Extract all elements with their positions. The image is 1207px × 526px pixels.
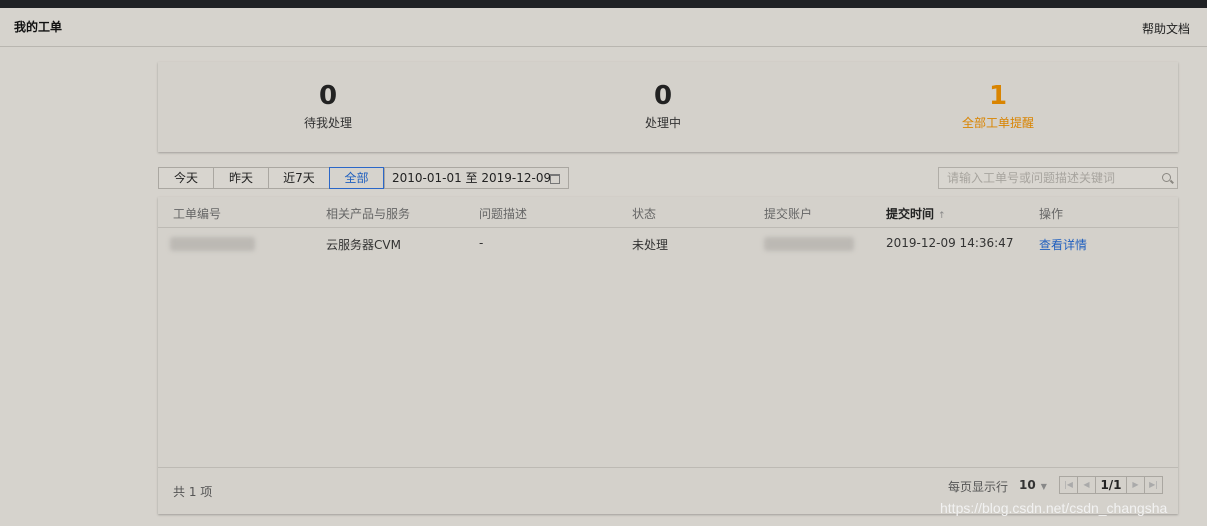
cell-status: 未处理 (632, 238, 669, 252)
stat-pending-me[interactable]: 0 待我处理 (158, 80, 498, 131)
column-header-status: 状态 (632, 207, 657, 221)
pagination: |◀ ◀ 1/1 ▶ ▶| (1059, 476, 1163, 494)
column-header-product: 相关产品与服务 (326, 207, 411, 221)
filter-all-button[interactable]: 全部 (329, 167, 384, 189)
page-title: 我的工单 (14, 20, 63, 34)
filter-yesterday-button[interactable]: 昨天 (213, 167, 269, 189)
per-page-select[interactable]: 10 ▼ (1019, 478, 1047, 492)
search-icon[interactable] (1162, 173, 1171, 182)
column-header-submitted[interactable]: 提交时间 ↑ (886, 205, 946, 222)
view-details-link[interactable]: 查看详情 (1039, 236, 1087, 253)
column-header-description: 问题描述 (479, 207, 528, 221)
stat-label: 待我处理 (303, 116, 352, 130)
per-page-value: 10 (1019, 478, 1036, 492)
stat-value: 0 (318, 81, 338, 111)
stat-all-reminders[interactable]: 1 全部工单提醒 (828, 80, 1168, 131)
search-input[interactable] (939, 168, 1157, 188)
stats-panel: 0 待我处理 0 处理中 1 全部工单提醒 (158, 62, 1178, 152)
date-range-text: 2010-01-01 至 2019-12-09 (392, 171, 552, 185)
help-docs-link[interactable]: 帮助文档 (1142, 20, 1190, 37)
column-header-id: 工单编号 (173, 207, 222, 221)
sort-ascending-icon: ↑ (938, 211, 946, 221)
page-header: 我的工单 帮助文档 (0, 8, 1207, 47)
stat-value: 0 (653, 81, 673, 111)
redacted-account (764, 237, 854, 251)
date-range-picker[interactable]: 2010-01-01 至 2019-12-09 (384, 167, 569, 189)
column-header-submitted-label: 提交时间 (886, 207, 935, 221)
stat-label: 全部工单提醒 (961, 116, 1034, 130)
filter-7days-button[interactable]: 近7天 (268, 167, 330, 189)
cell-product: 云服务器CVM (326, 238, 401, 252)
watermark: https://blog.csdn.net/csdn_changsha (940, 500, 1168, 516)
first-page-icon[interactable]: |◀ (1060, 477, 1078, 493)
stat-value: 1 (988, 81, 1008, 111)
last-page-icon[interactable]: ▶| (1145, 477, 1162, 493)
chevron-down-icon: ▼ (1040, 482, 1047, 491)
redacted-ticket-id (170, 237, 255, 251)
stat-label: 处理中 (644, 116, 681, 130)
top-bar (0, 0, 1207, 8)
table-header: 工单编号 相关产品与服务 问题描述 状态 提交账户 提交时间 ↑ 操作 (158, 197, 1178, 228)
prev-page-icon[interactable]: ◀ (1078, 477, 1096, 493)
column-header-action: 操作 (1039, 207, 1064, 221)
table-row: 云服务器CVM - 未处理 2019-12-09 14:36:47 查看详情 (158, 228, 1178, 258)
cell-description: - (479, 236, 484, 250)
current-page: 1/1 (1096, 477, 1127, 493)
per-page-label: 每页显示行 (948, 480, 1009, 494)
total-count: 共 1 项 (173, 485, 213, 499)
calendar-icon (550, 174, 560, 184)
next-page-icon[interactable]: ▶ (1127, 477, 1145, 493)
stat-processing[interactable]: 0 处理中 (493, 80, 833, 131)
search-box (938, 167, 1178, 189)
cell-submitted-time: 2019-12-09 14:36:47 (886, 236, 1014, 250)
filter-today-button[interactable]: 今天 (158, 167, 214, 189)
ticket-table: 工单编号 相关产品与服务 问题描述 状态 提交账户 提交时间 ↑ 操作 云服务器C… (158, 197, 1178, 514)
column-header-account: 提交账户 (764, 207, 813, 221)
